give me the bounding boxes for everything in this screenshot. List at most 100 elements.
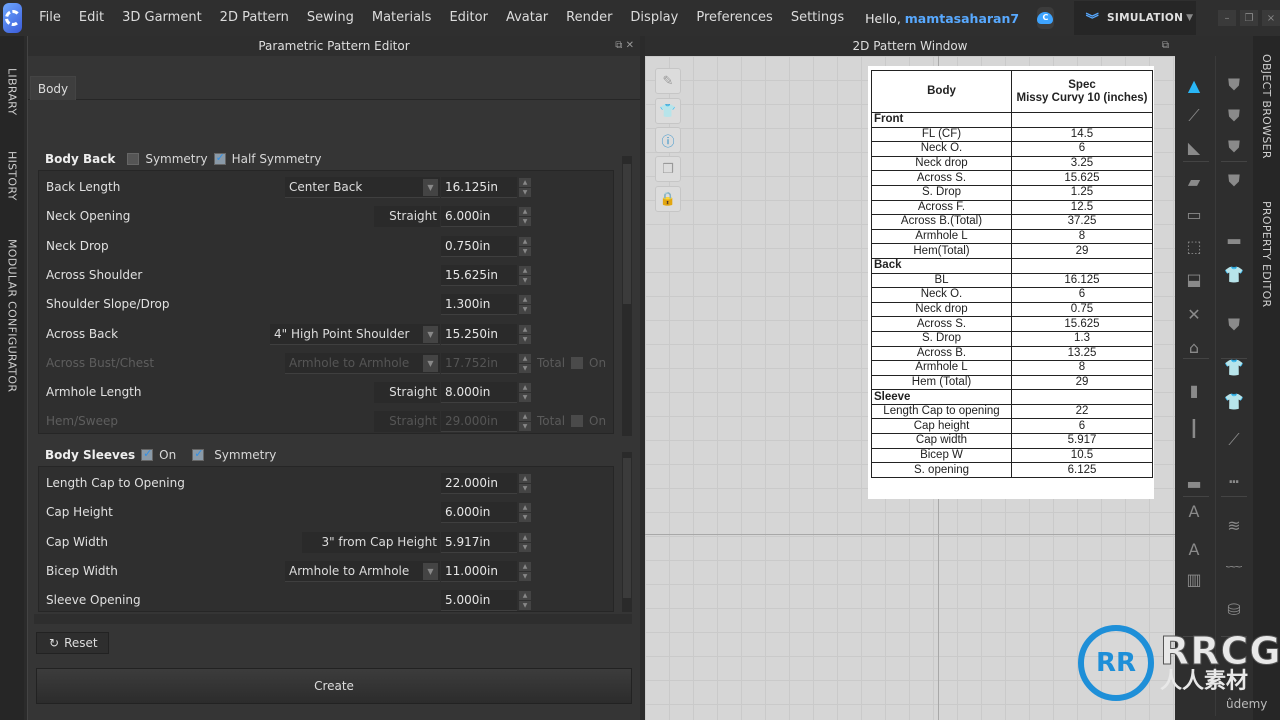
dart-icon[interactable]: ⌂ [1180, 334, 1208, 360]
polygon-icon[interactable]: ▰ [1180, 168, 1208, 194]
free-sewing-icon[interactable]: ⛊ [1220, 134, 1248, 160]
total-on-checkbox[interactable] [571, 356, 584, 369]
dock-tab-property-editor[interactable]: PROPERTY EDITOR [1253, 196, 1280, 312]
reset-button[interactable]: ↻ Reset [36, 632, 109, 654]
edit-point-icon[interactable]: ⟋ [1180, 103, 1208, 129]
spin-up-icon[interactable]: ▲ [519, 503, 531, 513]
value-spinner[interactable]: ▲ ▼ [519, 178, 531, 197]
puckering-icon[interactable]: ⛁ [1220, 596, 1248, 622]
scroll-thumb[interactable] [623, 164, 631, 304]
ruler-segment-icon[interactable]: ┃ [1180, 415, 1208, 441]
spin-up-icon[interactable]: ▲ [519, 265, 531, 275]
value-spinner[interactable]: ▲ ▼ [519, 532, 531, 552]
menu-sewing[interactable]: Sewing [298, 0, 363, 36]
select-mesh-icon[interactable]: ▲ [1180, 72, 1208, 98]
menu-file[interactable]: File [30, 0, 70, 36]
sleeves-scrollbar[interactable] [622, 452, 632, 612]
sewing-select-icon[interactable]: ⛊ [1220, 72, 1248, 98]
param-value-input[interactable]: 5.917in [441, 531, 517, 553]
spin-down-icon[interactable]: ▼ [519, 484, 531, 493]
param-value-input[interactable]: 5.000in [441, 590, 517, 612]
value-spinner[interactable]: ▲ ▼ [519, 591, 531, 611]
param-option-dropdown[interactable]: Armhole to Armhole ▼ [285, 560, 440, 582]
param-value-input[interactable]: 16.125in [441, 177, 517, 198]
sleeves-symmetry-checkbox[interactable] [192, 447, 205, 461]
float-close-icons[interactable]: ⧉ ✕ [615, 36, 634, 56]
param-value-input[interactable]: 1.300in [441, 294, 517, 316]
spin-up-icon[interactable]: ▲ [519, 383, 531, 393]
menu-2d-pattern[interactable]: 2D Pattern [211, 0, 298, 36]
graphic-icon[interactable]: 👕 [1220, 388, 1248, 414]
menu-preferences[interactable]: Preferences [687, 0, 781, 36]
spin-down-icon[interactable]: ▼ [519, 188, 531, 197]
spin-down-icon[interactable]: ▼ [519, 246, 531, 256]
param-value-input[interactable]: 6.000in [441, 502, 517, 524]
dock-tab-modular-configurator[interactable]: MODULAR CONFIGURATOR [0, 239, 24, 392]
menu-display[interactable]: Display [621, 0, 687, 36]
garment-select-icon[interactable]: 👕 [1220, 261, 1248, 287]
minimize-button[interactable]: – [1218, 10, 1236, 26]
layer-icon[interactable]: ❒ [655, 156, 681, 182]
cloud-button[interactable]: C [1037, 7, 1054, 29]
fabric-grain-icon[interactable]: ▥ [1180, 566, 1208, 592]
param-value-input[interactable]: 15.625in [441, 264, 517, 286]
value-spinner[interactable]: ▲ ▼ [519, 383, 531, 403]
param-option-dropdown[interactable]: Center Back ▼ [285, 177, 440, 198]
text-icon[interactable]: A [1180, 536, 1208, 562]
show-garment-icon[interactable]: 👕 [655, 98, 681, 124]
clo-logo-icon[interactable] [3, 3, 23, 33]
close-button[interactable]: × [1262, 10, 1280, 26]
value-spinner[interactable]: ▲ ▼ [519, 295, 531, 315]
username[interactable]: mamtasaharan7 [905, 11, 1019, 26]
total-on-checkbox[interactable] [571, 415, 584, 428]
symmetry-checkbox[interactable] [127, 153, 140, 165]
text-select-icon[interactable]: A [1180, 498, 1208, 524]
tab-body[interactable]: Body [30, 76, 76, 100]
fold-icon[interactable]: ▮ [1180, 377, 1208, 403]
spin-up-icon[interactable]: ▲ [519, 295, 531, 305]
value-spinner[interactable]: ▲ ▼ [519, 207, 531, 227]
zigzag-select-icon[interactable]: ≋ [1220, 512, 1248, 538]
spin-down-icon[interactable]: ▼ [519, 601, 531, 611]
spin-up-icon[interactable]: ▲ [519, 591, 531, 601]
ruler-line-icon[interactable]: ▬ [1180, 470, 1208, 496]
spin-down-icon[interactable]: ▼ [519, 542, 531, 552]
spin-down-icon[interactable]: ▼ [519, 275, 531, 285]
spin-down-icon[interactable]: ▼ [519, 513, 531, 523]
segment-sewing-icon[interactable]: ⛊ [1220, 103, 1248, 129]
spin-up-icon[interactable]: ▲ [519, 178, 531, 187]
param-value-input[interactable]: 22.000in [441, 473, 517, 494]
fabric-icon[interactable]: ⛊ [1220, 312, 1248, 338]
float-icon[interactable]: ⧉ [1162, 36, 1169, 56]
simulation-mode-button[interactable]: ︾ SIMULATION [1073, 1, 1184, 35]
spin-down-icon[interactable]: ▼ [519, 334, 531, 344]
sewing-search-icon[interactable]: ⛊ [1220, 168, 1248, 194]
spin-up-icon[interactable]: ▲ [519, 561, 531, 571]
menu-render[interactable]: Render [557, 0, 621, 36]
internal-rectangle-icon[interactable]: ⬚ [1180, 233, 1208, 259]
lock-garment-icon[interactable]: 🔒 [655, 186, 681, 212]
dock-tab-history[interactable]: HISTORY [0, 146, 24, 206]
dock-tab-library[interactable]: LIBRARY [0, 62, 24, 122]
add-point-icon[interactable]: ◣ [1180, 134, 1208, 160]
spin-down-icon[interactable]: ▼ [519, 393, 531, 403]
param-value-input[interactable]: 11.000in [441, 560, 517, 582]
menu-materials[interactable]: Materials [363, 0, 441, 36]
half-symmetry-checkbox[interactable] [213, 151, 226, 165]
spin-down-icon[interactable]: ▼ [519, 305, 531, 315]
spin-up-icon[interactable]: ▲ [519, 532, 531, 542]
cut-icon[interactable]: ✕ [1180, 301, 1208, 327]
spin-up-icon[interactable]: ▲ [519, 207, 531, 217]
topstitch-line-icon[interactable]: ┅ [1220, 468, 1248, 494]
spec-sheet-image[interactable]: Body Spec Missy Curvy 10 (inches) Front FL… [868, 66, 1154, 499]
pattern-canvas[interactable]: ✎ 👕 ⓘ ❒ 🔒 Body Spec Missy Curvy 10 (inche… [645, 56, 1175, 720]
rectangle-icon[interactable]: ▭ [1180, 201, 1208, 227]
mode-dropdown-arrow[interactable]: ▼ [1183, 1, 1196, 35]
value-spinner[interactable]: ▲ ▼ [519, 503, 531, 523]
menu-settings[interactable]: Settings [782, 0, 853, 36]
show-needle-icon[interactable]: ✎ [655, 68, 681, 94]
value-spinner[interactable]: ▲ ▼ [519, 474, 531, 493]
zigzag-icon[interactable]: ﹏ [1220, 546, 1248, 572]
param-value-input[interactable]: 6.000in [441, 206, 517, 228]
iron-icon[interactable]: ▂ [1220, 221, 1248, 247]
